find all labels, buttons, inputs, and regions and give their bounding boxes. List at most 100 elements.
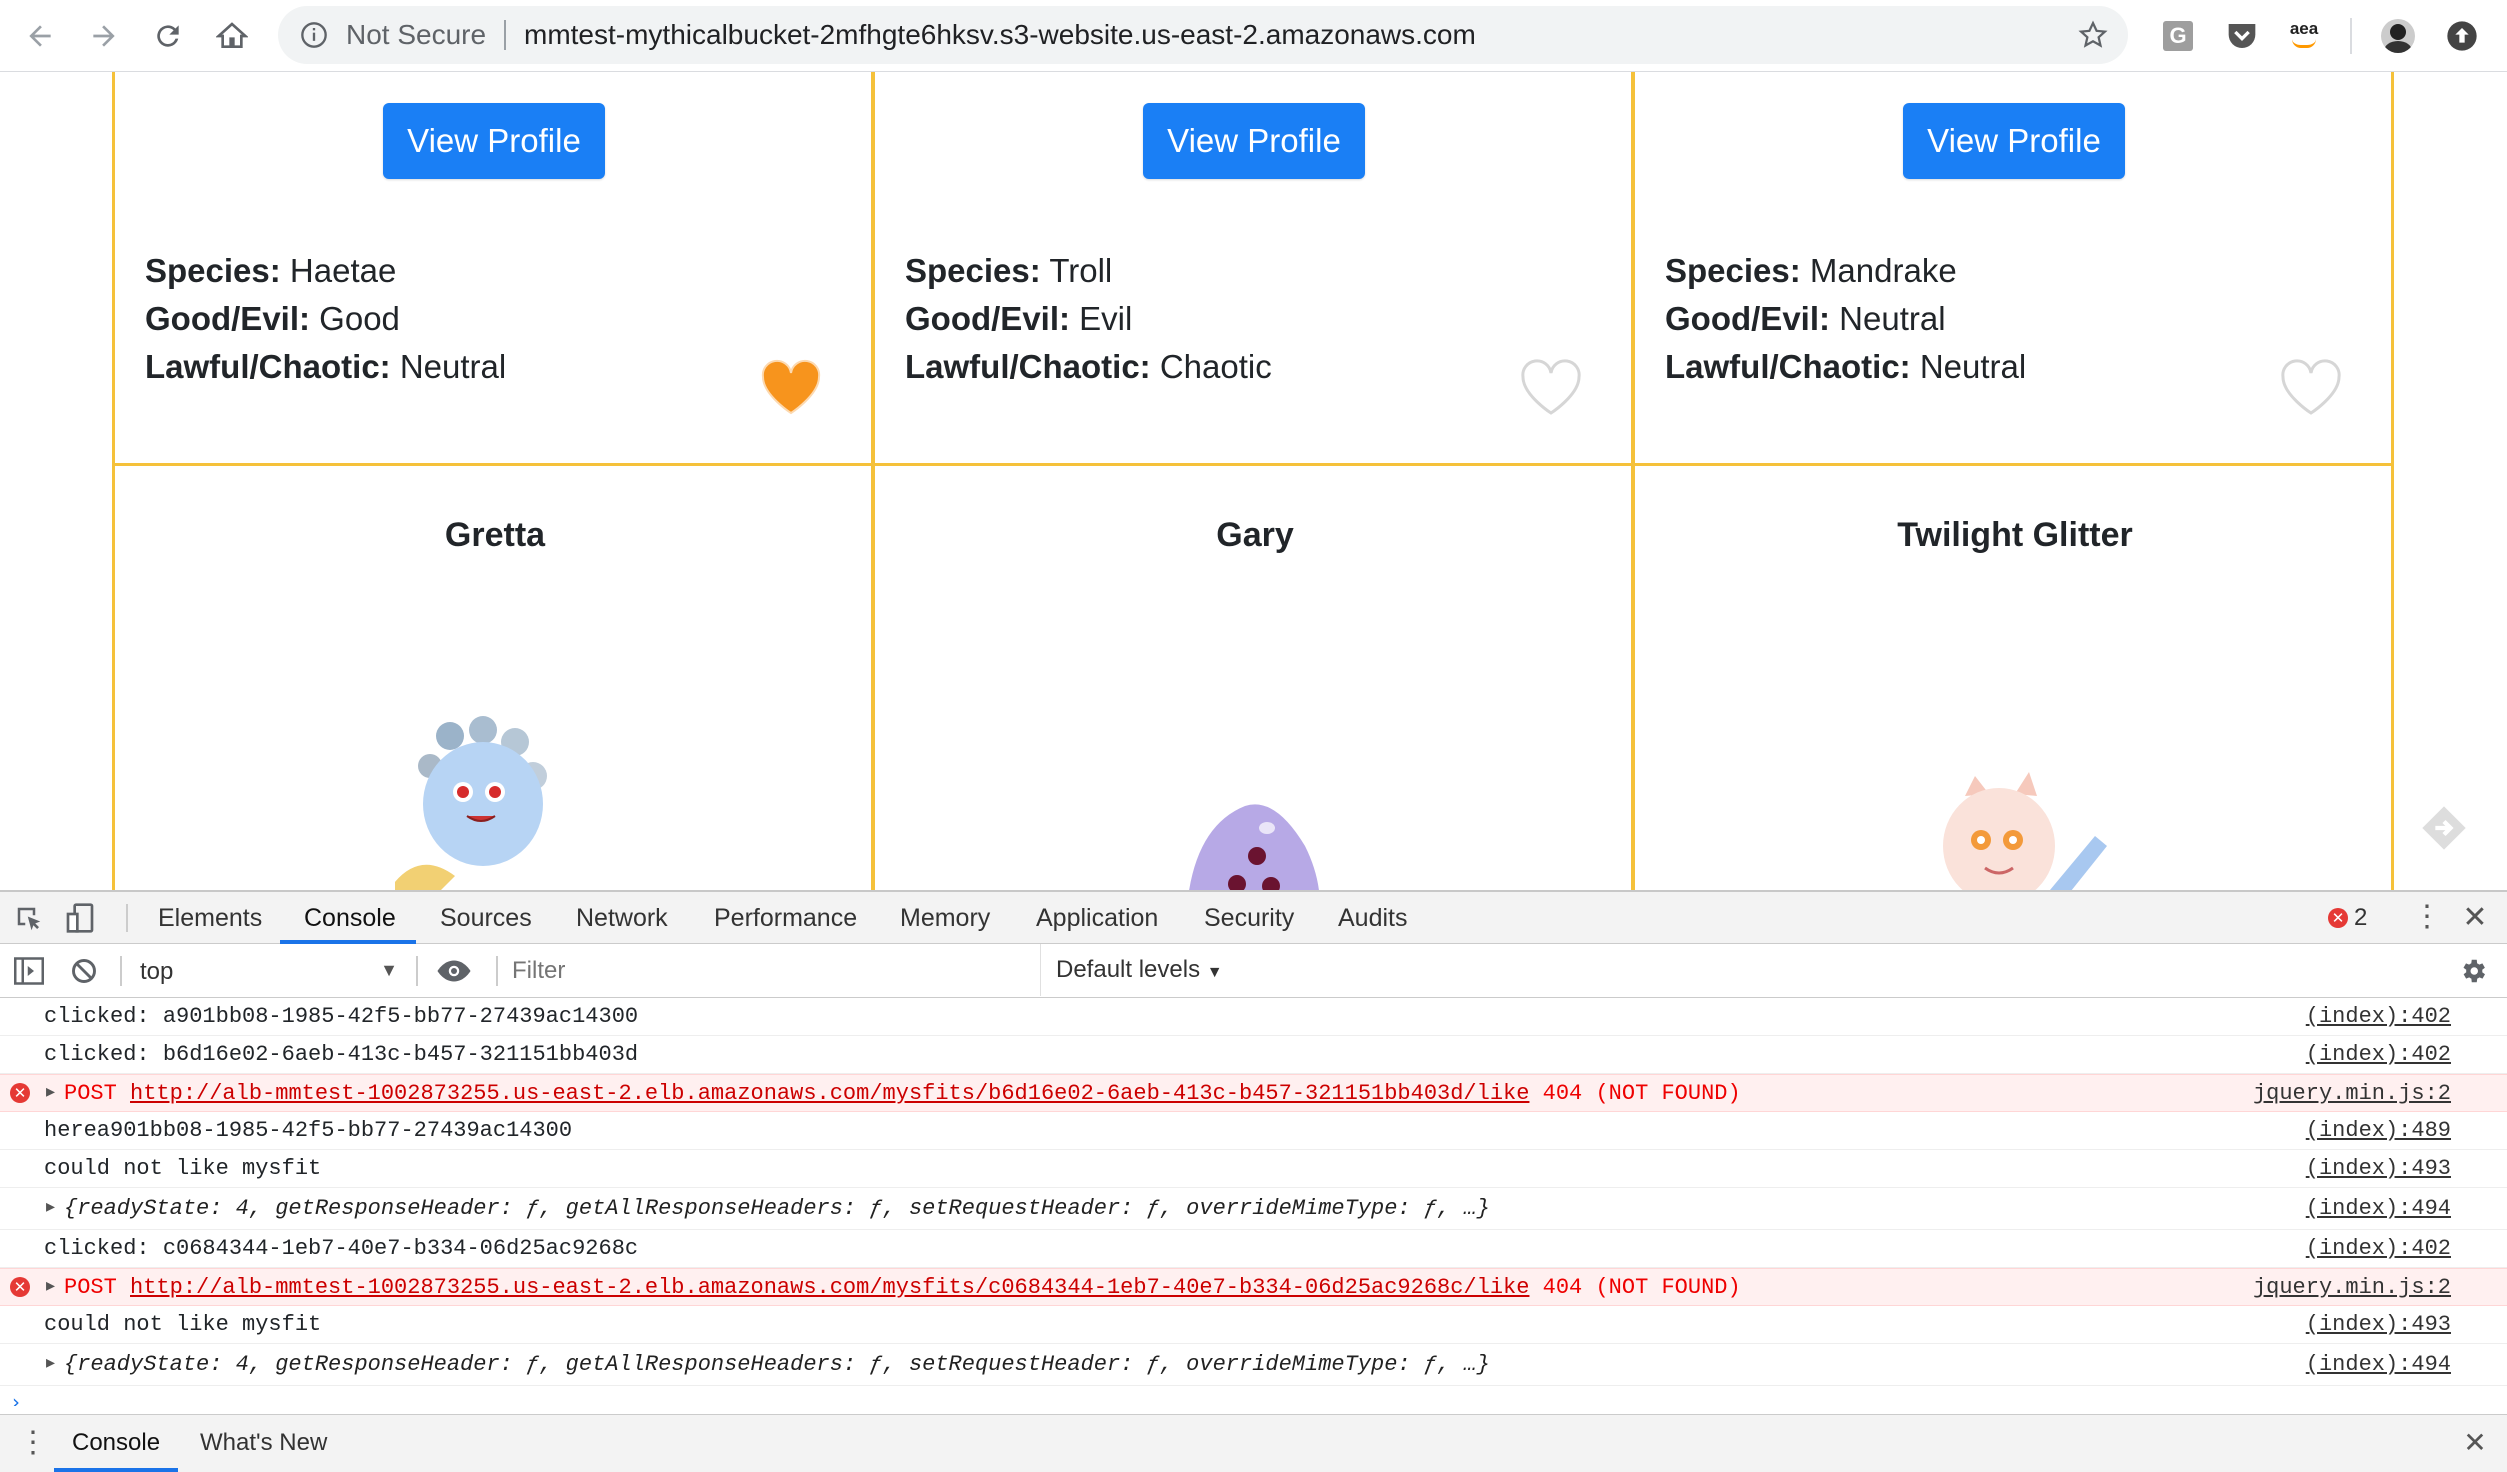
expand-triangle-icon[interactable]: ▸	[46, 1081, 55, 1103]
reload-button[interactable]	[144, 12, 192, 60]
tab-application[interactable]: Application	[1036, 892, 1158, 944]
heart-outline-icon[interactable]	[2279, 357, 2343, 417]
expand-triangle-icon[interactable]: ▸	[46, 1352, 55, 1374]
context-value: top	[140, 958, 174, 985]
console-message: could not like mysfit	[44, 1156, 322, 1181]
drawer-tab-console[interactable]: Console	[54, 1415, 178, 1471]
lawful-chaotic-label: Lawful/Chaotic:	[145, 348, 391, 385]
good-evil-line: Good/Evil: Neutral	[1665, 295, 1946, 343]
amazon-ext-label: aea	[2289, 18, 2319, 38]
console-source-link[interactable]: (index):402	[2306, 1236, 2451, 1261]
view-profile-button[interactable]: View Profile	[1903, 103, 2125, 179]
console-source-link[interactable]: (index):493	[2306, 1312, 2451, 1337]
species-value: Haetae	[289, 252, 397, 289]
good-evil-value: Good	[319, 300, 400, 337]
good-evil-label: Good/Evil:	[905, 300, 1070, 337]
expand-triangle-icon[interactable]: ▸	[46, 1196, 55, 1218]
request-url-link[interactable]: http://alb-mmtest-1002873255.us-east-2.e…	[130, 1275, 1529, 1300]
inspect-element-icon[interactable]	[14, 904, 44, 934]
console-message: could not like mysfit	[44, 1312, 322, 1337]
request-url-link[interactable]: http://alb-mmtest-1002873255.us-east-2.e…	[130, 1081, 1529, 1106]
console-source-link[interactable]: (index):402	[2306, 1004, 2451, 1029]
tab-performance[interactable]: Performance	[714, 892, 857, 944]
heart-outline-icon[interactable]	[1519, 357, 1583, 417]
good-evil-label: Good/Evil:	[145, 300, 310, 337]
clear-console-icon[interactable]	[70, 957, 98, 985]
http-status: 404 (NOT FOUND)	[1542, 1081, 1741, 1106]
page-content: View Profile Species: Haetae Good/Evil: …	[0, 72, 2507, 890]
console-source-link[interactable]: (index):402	[2306, 1042, 2451, 1067]
expand-triangle-icon[interactable]: ▸	[46, 1275, 55, 1297]
good-evil-line: Good/Evil: Good	[145, 295, 400, 343]
tab-security[interactable]: Security	[1204, 892, 1294, 944]
console-settings-gear-icon[interactable]	[2458, 956, 2488, 986]
toolbar-divider	[2350, 18, 2352, 54]
forward-button[interactable]	[80, 12, 128, 60]
arrow-left-icon	[29, 25, 51, 47]
show-sidebar-icon[interactable]	[14, 957, 44, 985]
species-label: Species:	[1665, 252, 1801, 289]
console-object[interactable]: {readyState: 4, getResponseHeader: ƒ, ge…	[64, 1352, 1490, 1377]
http-method: POST	[64, 1081, 117, 1106]
species-label: Species:	[145, 252, 281, 289]
tab-memory[interactable]: Memory	[900, 892, 990, 944]
feedback-icon[interactable]	[2418, 802, 2470, 854]
view-profile-button[interactable]: View Profile	[383, 103, 605, 179]
home-button[interactable]	[208, 12, 256, 60]
more-options-icon[interactable]: ⋮	[2412, 900, 2442, 936]
filter-divider	[120, 956, 122, 986]
avatar[interactable]	[2380, 18, 2416, 54]
tab-elements[interactable]: Elements	[158, 892, 262, 944]
console-row: herea901bb08-1985-42f5-bb77-27439ac14300…	[0, 1112, 2507, 1150]
tab-console[interactable]: Console	[304, 892, 396, 944]
console-object[interactable]: {readyState: 4, getResponseHeader: ƒ, ge…	[64, 1196, 1490, 1221]
console-source-link[interactable]: jquery.min.js:2	[2253, 1275, 2451, 1300]
star-icon[interactable]	[2078, 20, 2108, 50]
console-source-link[interactable]: (index):489	[2306, 1118, 2451, 1143]
close-drawer-icon[interactable]: ✕	[2460, 1425, 2490, 1461]
console-source-link[interactable]: (index):494	[2306, 1352, 2451, 1377]
filter-divider	[496, 956, 498, 986]
heart-filled-icon[interactable]	[759, 357, 823, 417]
console-prompt[interactable]: ›	[12, 1390, 20, 1406]
pocket-icon[interactable]	[2224, 18, 2260, 54]
tab-sources[interactable]: Sources	[440, 892, 532, 944]
close-devtools-icon[interactable]: ✕	[2460, 900, 2490, 936]
drawer-menu-icon[interactable]: ⋮	[18, 1425, 48, 1461]
tab-audits[interactable]: Audits	[1338, 892, 1407, 944]
console-source-link[interactable]: (index):493	[2306, 1156, 2451, 1181]
mysfit-name: Gary	[1216, 516, 1294, 554]
log-levels-dropdown[interactable]: Default levels ▼	[1056, 956, 1223, 984]
extension-g-icon[interactable]: G	[2160, 18, 2196, 54]
drawer-tab-whats-new[interactable]: What's New	[200, 1415, 327, 1471]
mysfit-image-gary[interactable]	[1175, 786, 1335, 890]
console-filter-bar: top ▼ Default levels ▼	[0, 944, 2507, 998]
http-status: 404 (NOT FOUND)	[1542, 1275, 1741, 1300]
mysfit-card: View Profile Species: Troll Good/Evil: E…	[872, 72, 1634, 466]
error-count: 2	[2354, 904, 2368, 931]
update-icon[interactable]	[2444, 18, 2480, 54]
console-filter-input[interactable]	[504, 952, 1040, 990]
console-source-link[interactable]: jquery.min.js:2	[2253, 1081, 2451, 1106]
context-selector[interactable]: top ▼	[130, 950, 402, 992]
filter-divider	[416, 956, 418, 986]
url-text[interactable]: mmtest-mythicalbucket-2mfhgte6hksv.s3-we…	[524, 20, 1476, 50]
console-row: clicked: c0684344-1eb7-40e7-b334-06d25ac…	[0, 1230, 2507, 1268]
filter-divider	[1040, 944, 1041, 996]
error-icon: ✕	[10, 1277, 30, 1297]
amazon-assistant-icon[interactable]: aea	[2286, 18, 2322, 54]
console-message: clicked: a901bb08-1985-42f5-bb77-27439ac…	[44, 1004, 639, 1029]
mysfit-image-twilight-glitter[interactable]	[1895, 756, 2135, 890]
back-button[interactable]	[16, 12, 64, 60]
lawful-chaotic-value: Neutral	[1919, 348, 2027, 385]
device-toolbar-icon[interactable]	[64, 902, 96, 934]
tab-network[interactable]: Network	[576, 892, 668, 944]
error-counter[interactable]: ✕ 2	[2328, 904, 2368, 931]
view-profile-button[interactable]: View Profile	[1143, 103, 1365, 179]
mysfit-image-haetae[interactable]	[395, 716, 585, 890]
address-bar[interactable]: Not Secure mmtest-mythicalbucket-2mfhgte…	[278, 6, 2128, 64]
live-expression-eye-icon[interactable]	[436, 958, 472, 984]
devtools-drawer: ⋮ Console What's New ✕	[0, 1414, 2507, 1472]
console-error-row: ✕ ▸ POST http://alb-mmtest-1002873255.us…	[0, 1268, 2507, 1306]
console-source-link[interactable]: (index):494	[2306, 1196, 2451, 1221]
